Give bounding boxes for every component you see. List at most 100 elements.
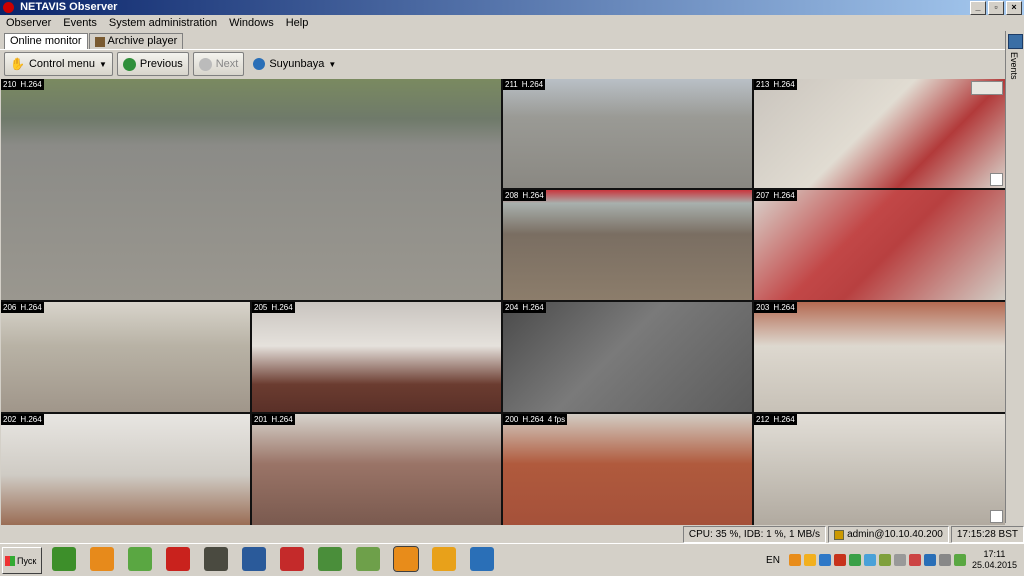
clock-status: 17:15:28 BST [950, 526, 1024, 543]
menu-windows[interactable]: Windows [223, 15, 280, 31]
next-button[interactable]: Next [192, 52, 245, 76]
camera-label: 208 H.264 [503, 190, 546, 201]
phone-icon[interactable] [128, 547, 152, 571]
user-label: admin@10.10.40.200 [847, 529, 943, 540]
language-indicator[interactable]: EN [766, 555, 780, 566]
tray-icon[interactable] [938, 554, 951, 566]
camera-label: 212 H.264 [754, 414, 797, 425]
network-icon[interactable] [242, 547, 266, 571]
netavis-logo-icon [3, 2, 14, 13]
clock-date: 25.04.2015 [971, 560, 1017, 570]
tray-icon[interactable] [923, 554, 936, 566]
camera-tile[interactable]: 201 H.264 [252, 414, 501, 525]
tray-icon[interactable] [908, 554, 921, 566]
tray-icon[interactable] [848, 554, 861, 566]
netavis-icon[interactable] [393, 546, 419, 572]
camera-label: 207 H.264 [754, 190, 797, 201]
camera-tile[interactable]: 210 H.264 [1, 79, 501, 300]
camera-label: 204 H.264 [503, 302, 546, 313]
tray-icon[interactable] [878, 554, 891, 566]
editor-icon[interactable] [356, 547, 380, 571]
clock-time: 17:11 [983, 549, 1006, 559]
layout-selector[interactable]: Suyunbaya ▼ [248, 53, 341, 75]
title-bar: NETAVIS Observer _ ▫ × [0, 0, 1024, 15]
os-taskbar: Пуск EN 17:11 25.04.2015 [0, 543, 1024, 576]
menu-help[interactable]: Help [280, 15, 315, 31]
chrome-icon[interactable] [318, 547, 342, 571]
layout-label: Suyunbaya [269, 58, 325, 70]
chevron-down-icon: ▼ [328, 59, 337, 69]
toolbar: ✋ Control menu ▼ Previous Next Suyunbaya… [0, 49, 1010, 78]
control-menu-button[interactable]: ✋ Control menu ▼ [4, 52, 113, 76]
menu-observer[interactable]: Observer [0, 15, 57, 31]
menu-bar: Observer Events System administration Wi… [0, 15, 1024, 31]
camera-tile[interactable]: 213 H.264 [754, 79, 1005, 188]
next-label: Next [215, 58, 239, 70]
menu-events[interactable]: Events [57, 15, 103, 31]
pdf-icon[interactable] [166, 547, 190, 571]
camera-label: 201 H.264 [252, 414, 295, 425]
camera-tile[interactable]: 204 H.264 [503, 302, 752, 412]
camera-label: 202 H.264 [1, 414, 44, 425]
restore-button[interactable]: ▫ [988, 1, 1004, 15]
user-status: admin@10.10.40.200 [828, 526, 949, 543]
events-side-panel[interactable]: Events [1005, 31, 1024, 523]
camera-tile[interactable]: 207 H.264 [754, 190, 1005, 300]
paint-icon[interactable] [90, 547, 114, 571]
events-label: Events [1009, 52, 1019, 80]
tanks-icon[interactable] [204, 547, 228, 571]
camera-tile[interactable]: 203 H.264 [754, 302, 1005, 412]
tray-icon[interactable] [803, 554, 816, 566]
talk-icon[interactable] [52, 547, 76, 571]
window-controls: _ ▫ × [970, 1, 1022, 15]
camera-tile[interactable]: 205 H.264 [252, 302, 501, 412]
ptz-control[interactable] [971, 81, 1003, 95]
arrow-left-icon [122, 57, 136, 71]
camera-tile[interactable]: 202 H.264 [1, 414, 250, 525]
tray-icon[interactable] [893, 554, 906, 566]
camera-label: 206 H.264 [1, 302, 44, 313]
menu-system-administration[interactable]: System administration [103, 15, 223, 31]
tab-online-monitor[interactable]: Online monitor [4, 33, 88, 49]
camera-tile[interactable]: 206 H.264 [1, 302, 250, 412]
status-bar: CPU: 35 %, IDB: 1 %, 1 MB/s admin@10.10.… [0, 526, 1024, 543]
outlook-icon[interactable] [432, 547, 456, 571]
close-button[interactable]: × [1006, 1, 1022, 15]
autocad-icon[interactable] [280, 547, 304, 571]
lock-icon [834, 529, 845, 540]
chevron-down-icon: ▼ [99, 59, 107, 69]
tray-icon[interactable] [818, 554, 831, 566]
control-menu-label: Control menu [28, 58, 95, 70]
archive-icon [94, 36, 105, 47]
tab-online-monitor-label: Online monitor [10, 35, 82, 47]
camera-status-icon [990, 510, 1003, 523]
camera-tile[interactable]: 208 H.264 [503, 190, 752, 300]
camera-tile[interactable]: 212 H.264 [754, 414, 1005, 525]
tray-icon[interactable] [788, 554, 801, 566]
camera-label: 211 H.264 [503, 79, 546, 90]
camera-status-icon [990, 173, 1003, 186]
previous-label: Previous [139, 58, 183, 70]
previous-button[interactable]: Previous [116, 52, 189, 76]
tray-icon[interactable] [953, 554, 966, 566]
camera-tile[interactable]: 211 H.264 [503, 79, 752, 188]
performance-status: CPU: 35 %, IDB: 1 %, 1 MB/s [682, 526, 827, 543]
camera-label: 213 H.264 [754, 79, 797, 90]
view-tabs: Online monitor Archive player [4, 33, 184, 49]
minimize-button[interactable]: _ [970, 1, 986, 15]
tray-icon[interactable] [863, 554, 876, 566]
layout-icon [253, 58, 266, 70]
window-title: NETAVIS Observer [20, 1, 118, 13]
remote-icon[interactable] [470, 547, 494, 571]
tab-archive-player[interactable]: Archive player [88, 33, 184, 49]
camera-tile[interactable]: 200 H.264 4 fps [503, 414, 752, 525]
hand-icon: ✋ [10, 57, 25, 71]
start-button[interactable]: Пуск [2, 547, 42, 574]
camera-label: 210 H.264 [1, 79, 44, 90]
tray-icon[interactable] [833, 554, 846, 566]
system-tray: EN 17:11 25.04.2015 [766, 544, 1024, 576]
system-clock[interactable]: 17:11 25.04.2015 [969, 549, 1020, 571]
camera-grid: 210 H.264 211 H.264 213 H.264 208 H.264 207 H… [1, 79, 1005, 525]
camera-label: 205 H.264 [252, 302, 295, 313]
camera-label: 200 H.264 4 fps [503, 414, 568, 425]
